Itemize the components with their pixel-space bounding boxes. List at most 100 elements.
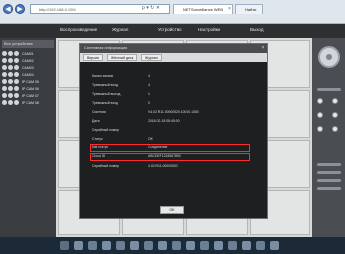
- play-icon: [14, 79, 19, 85]
- taskbar-app-icon[interactable]: [242, 241, 251, 250]
- info-value: Соединение: [148, 145, 168, 149]
- taskbar-app-icon[interactable]: [228, 241, 237, 250]
- camera-icon: [2, 58, 7, 64]
- camera-icon: [2, 93, 7, 99]
- device-list-header: Все устройства: [2, 40, 54, 48]
- taskbar-app-icon[interactable]: [130, 241, 139, 250]
- video-cell[interactable]: [122, 218, 184, 235]
- tab-netsurveillance[interactable]: NETSurveillance WEB: [173, 4, 233, 14]
- menu-settings[interactable]: Настройки: [198, 27, 220, 32]
- focus-far-button[interactable]: [332, 112, 338, 118]
- zoom-out-button[interactable]: [332, 98, 338, 104]
- info-label: Тревожный выход: [92, 92, 121, 96]
- info-label: Серийный номер: [92, 128, 120, 132]
- camera-label: IP CAM 06: [22, 86, 39, 91]
- forward-button[interactable]: ▶: [15, 4, 25, 14]
- taskbar-app-icon[interactable]: [158, 241, 167, 250]
- brightness-slider[interactable]: [317, 163, 341, 166]
- back-arrow-icon: ◀: [5, 6, 11, 13]
- info-value: 0: [148, 101, 150, 105]
- saturation-slider[interactable]: [317, 179, 341, 182]
- taskbar-app-icon[interactable]: [116, 241, 125, 250]
- info-value: OK: [148, 137, 153, 141]
- camera-item[interactable]: IP CAM 07: [2, 93, 54, 99]
- record-icon: [8, 86, 13, 92]
- play-icon: [14, 65, 19, 71]
- play-icon: [14, 51, 19, 57]
- info-label: Nat статус: [92, 145, 109, 149]
- camera-icon: [2, 79, 7, 85]
- info-label: Cloud ID: [92, 154, 106, 158]
- taskbar-app-icon[interactable]: [74, 241, 83, 250]
- tab-title: Найти: [245, 7, 257, 12]
- camera-icon: [2, 100, 7, 106]
- info-label: Тревожный вход: [92, 83, 118, 87]
- camera-item[interactable]: IP CAM 06: [2, 86, 54, 92]
- close-icon[interactable]: ×: [260, 45, 266, 51]
- zoom-slider[interactable]: [317, 88, 341, 91]
- camera-item[interactable]: CAM04: [2, 72, 54, 78]
- menu-playback[interactable]: Воспроизведение: [60, 27, 97, 32]
- close-tab-icon[interactable]: ×: [228, 6, 231, 12]
- taskbar-app-icon[interactable]: [102, 241, 111, 250]
- ok-button[interactable]: OK: [160, 206, 184, 214]
- camera-label: IP CAM 07: [22, 93, 39, 98]
- taskbar-app-icon[interactable]: [88, 241, 97, 250]
- play-icon: [14, 72, 19, 78]
- camera-item[interactable]: CAM03: [2, 65, 54, 71]
- record-icon: [8, 65, 13, 71]
- tab-title: NETSurveillance WEB: [183, 7, 224, 12]
- video-cell[interactable]: [186, 218, 248, 235]
- contrast-slider[interactable]: [317, 171, 341, 174]
- camera-icon: [2, 72, 7, 78]
- ptz-control-panel: [312, 38, 345, 237]
- menu-exit[interactable]: Выход: [250, 27, 263, 32]
- taskbar-app-icon[interactable]: [200, 241, 209, 250]
- start-icon[interactable]: [60, 241, 69, 250]
- camera-label: CAM04: [22, 72, 34, 77]
- camera-item[interactable]: CAM02: [2, 58, 54, 64]
- info-label: Дата: [92, 119, 100, 123]
- tab-find[interactable]: Найти: [235, 4, 263, 14]
- info-label: Система: [92, 110, 106, 114]
- play-icon: [14, 86, 19, 92]
- camera-label: CAM02: [22, 58, 34, 63]
- record-icon: [8, 72, 13, 78]
- iris-open-button[interactable]: [317, 126, 323, 132]
- info-value: ABCDEF1234567890: [148, 154, 181, 158]
- hue-slider[interactable]: [317, 187, 341, 190]
- record-icon: [8, 93, 13, 99]
- focus-near-button[interactable]: [317, 112, 323, 118]
- tab-hdd[interactable]: Жёсткий диск: [107, 54, 138, 61]
- camera-item[interactable]: CAM01: [2, 51, 54, 57]
- camera-icon: [2, 86, 7, 92]
- taskbar-app-icon[interactable]: [172, 241, 181, 250]
- ptz-center-icon: [326, 54, 332, 60]
- taskbar-app-icon[interactable]: [256, 241, 265, 250]
- menu-device[interactable]: Устройство: [158, 27, 182, 32]
- zoom-in-button[interactable]: [317, 98, 323, 104]
- record-icon: [8, 79, 13, 85]
- ptz-joystick[interactable]: [318, 46, 340, 68]
- tab-version[interactable]: Версия: [83, 54, 103, 61]
- iris-close-button[interactable]: [332, 126, 338, 132]
- play-icon: [14, 93, 19, 99]
- system-info-dialog: Системная информация × Версия Жёсткий ди…: [79, 43, 268, 219]
- info-value: 2016-02-18 08:45:00: [148, 119, 180, 123]
- camera-item[interactable]: IP CAM 08: [2, 100, 54, 106]
- windows-taskbar: [0, 237, 345, 254]
- info-value: 1: [148, 92, 150, 96]
- taskbar-app-icon[interactable]: [214, 241, 223, 250]
- dialog-tab-bar: Версия Жёсткий диск Журнал: [80, 53, 267, 62]
- forward-arrow-icon: ▶: [17, 6, 23, 13]
- tab-log[interactable]: Журнал: [141, 54, 162, 61]
- address-bar-icons[interactable]: ρ ▾ ↻ ✕: [142, 5, 160, 11]
- camera-label: CAM03: [22, 65, 34, 70]
- camera-icon: [2, 51, 7, 57]
- camera-item[interactable]: IP CAM 05: [2, 79, 54, 85]
- back-button[interactable]: ◀: [3, 4, 13, 14]
- taskbar-app-icon[interactable]: [186, 241, 195, 250]
- taskbar-app-icon[interactable]: [270, 241, 279, 250]
- menu-log[interactable]: Журнал: [112, 27, 128, 32]
- taskbar-app-icon[interactable]: [144, 241, 153, 250]
